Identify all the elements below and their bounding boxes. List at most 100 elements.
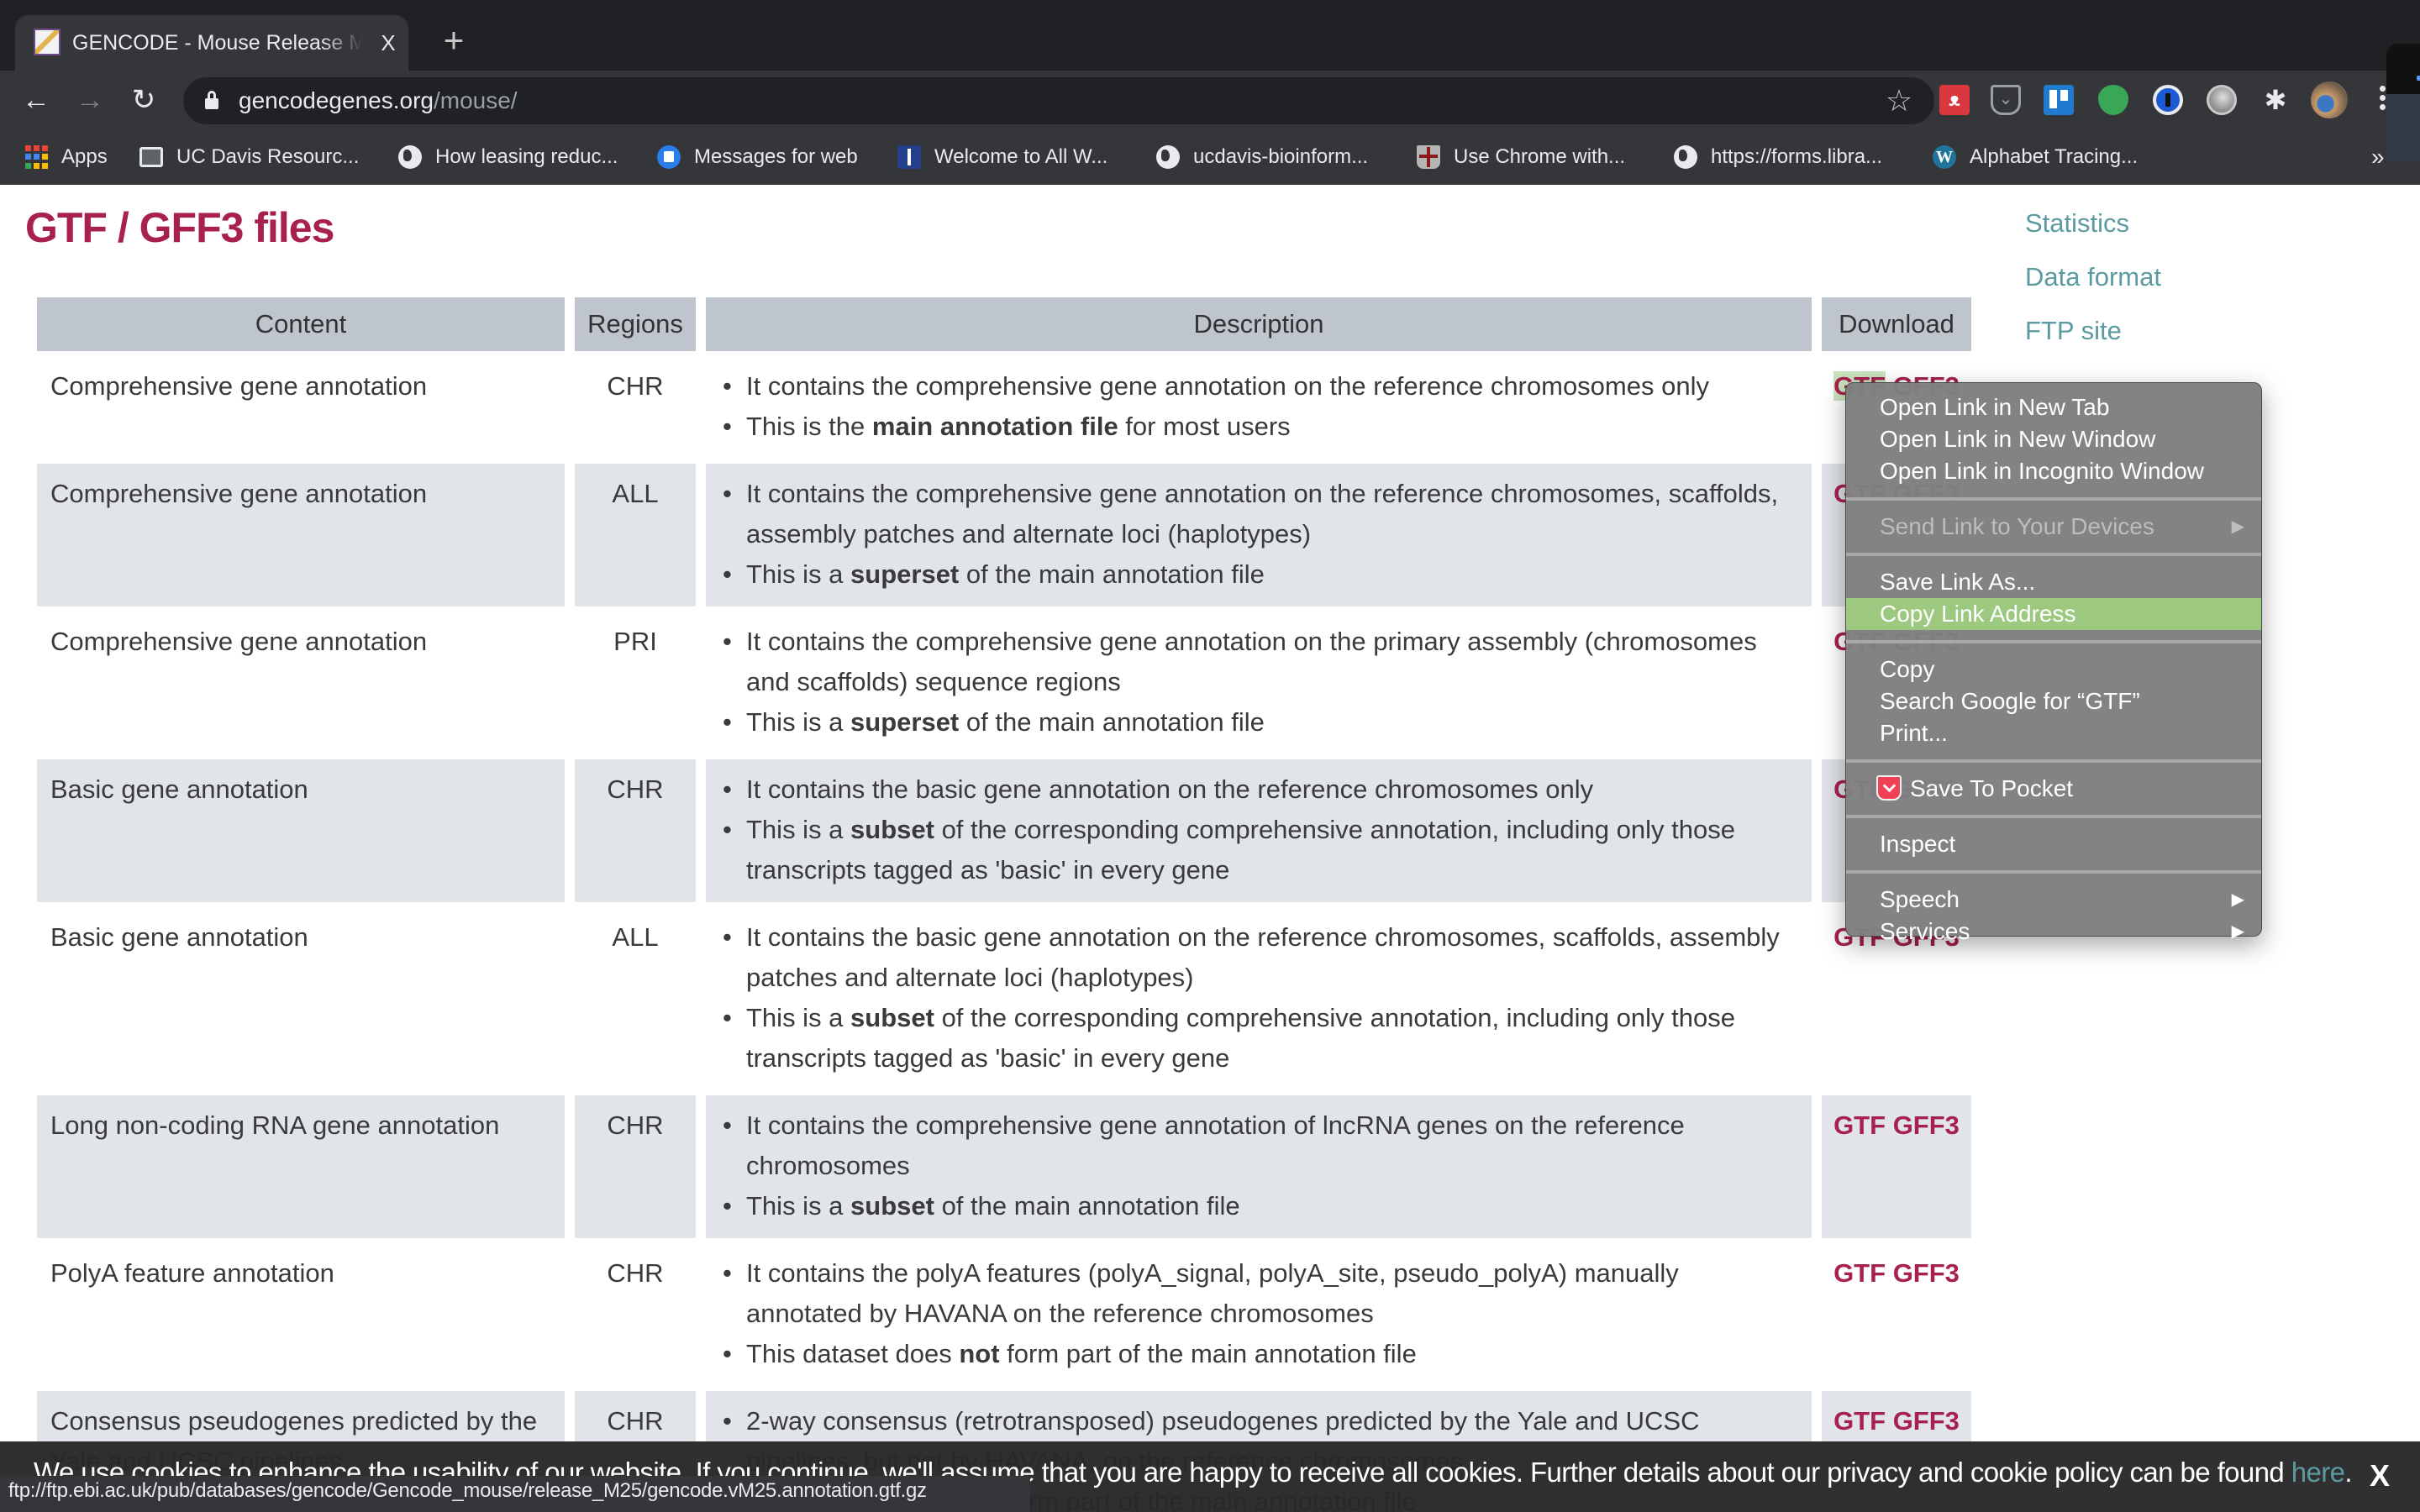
description-bullet: This is the main annotation file for mos… (713, 407, 1798, 447)
menu-item-search-google-for-gtf[interactable]: Search Google for “GTF” (1846, 685, 2261, 717)
menu-item-copy-link-address[interactable]: Copy Link Address (1846, 598, 2261, 630)
description-text: It contains the basic gene annotation on… (746, 774, 1594, 804)
download-link-gff3[interactable]: GFF3 (1893, 1258, 1960, 1288)
menu-separator (1846, 553, 2261, 556)
description-bullet: This dataset does not form part of the m… (713, 1334, 1798, 1374)
cell-download: GTF GFF3 (1822, 1095, 1971, 1238)
description-text: It contains the polyA features (polyA_si… (746, 1258, 1679, 1328)
bookmark-how-leasing[interactable]: How leasing reduc... (398, 142, 618, 172)
link-context-menu: Open Link in New Tab Open Link in New Win… (1845, 382, 2262, 944)
bookmark-label: Use Chrome with... (1454, 145, 1626, 168)
cell-description: It contains the comprehensive gene annot… (706, 356, 1812, 459)
menu-item-open-link-in-new-window[interactable]: Open Link in New Window (1846, 423, 2261, 455)
menu-item-label: Services (1880, 918, 1970, 944)
description-list: It contains the basic gene annotation on… (713, 917, 1798, 1079)
trello-extension-icon[interactable] (2044, 85, 2074, 115)
bookmark-alphabet-tracing[interactable]: W Alphabet Tracing... (1933, 142, 2138, 172)
bookmark-folder-ucdavis[interactable]: UC Davis Resourc... (139, 142, 359, 172)
emphasis-text: not (959, 1339, 1000, 1368)
bookmark-star-icon[interactable]: ☆ (1882, 84, 1916, 118)
menu-item-label: Inspect (1880, 831, 1956, 857)
bookmark-apps[interactable]: Apps (25, 142, 108, 172)
description-text: This is a (746, 815, 851, 844)
download-link-gtf[interactable]: GTF (1833, 1258, 1886, 1288)
bookmark-label: UC Davis Resourc... (176, 145, 360, 168)
browser-tab-active[interactable]: GENCODE - Mouse Release M25 X (15, 15, 408, 71)
address-bar[interactable]: gencodegenes.org/mouse/ ☆ (183, 77, 1934, 124)
description-text: It contains the comprehensive gene annot… (746, 627, 1757, 696)
description-bullet: This is a superset of the main annotatio… (713, 702, 1798, 743)
description-text: This is a (746, 707, 851, 737)
description-text: This is a (746, 1003, 851, 1032)
table-row: Comprehensive gene annotation PRI It conta… (37, 612, 1971, 754)
download-link-gff3[interactable]: GFF3 (1893, 1406, 1960, 1436)
description-bullet: This is a subset of the main annotation … (713, 1186, 1798, 1226)
description-list: It contains the comprehensive gene annot… (713, 1105, 1798, 1226)
menu-item-label: Speech (1880, 886, 1960, 912)
menu-item-inspect[interactable]: Inspect (1846, 828, 2261, 860)
forward-button[interactable]: → (71, 81, 109, 119)
description-text: It contains the comprehensive gene annot… (746, 371, 1709, 401)
lens-extension-icon[interactable] (2207, 85, 2237, 115)
description-list: It contains the comprehensive gene annot… (713, 366, 1798, 447)
profile-avatar[interactable] (2311, 81, 2348, 118)
menu-separator (1846, 815, 2261, 818)
bookmarks-overflow-button[interactable]: » (2371, 142, 2385, 172)
download-link-gtf[interactable]: GTF (1833, 1110, 1886, 1140)
bookmark-label: Welcome to All W... (934, 145, 1108, 168)
back-button[interactable]: ← (17, 81, 55, 119)
description-bullet: It contains the comprehensive gene annot… (713, 622, 1798, 702)
description-bullet: This is a superset of the main annotatio… (713, 554, 1798, 595)
cell-content: Basic gene annotation (50, 922, 308, 952)
mendeley-extension-icon[interactable]: ᴥ (1939, 85, 1970, 115)
reload-button[interactable]: ↻ (124, 81, 163, 119)
shield-icon (1417, 145, 1440, 169)
description-list: It contains the basic gene annotation on… (713, 769, 1798, 890)
hangouts-extension-icon[interactable] (2098, 85, 2128, 115)
bookmark-forms-libra[interactable]: https://forms.libra... (1674, 142, 1882, 172)
cell-description: It contains the basic gene annotation on… (706, 907, 1812, 1090)
bookmark-ucdavis-bioinform[interactable]: ucdavis-bioinform... (1156, 142, 1368, 172)
download-link-gff3[interactable]: GFF3 (1893, 1110, 1960, 1140)
pocket-extension-icon[interactable]: ⌄ (1991, 85, 2021, 115)
extensions-puzzle-icon[interactable]: ✱ (2260, 85, 2291, 115)
bookmark-welcome-allw[interactable]: Welcome to All W... (897, 142, 1107, 172)
bookmark-messages[interactable]: Messages for web (657, 142, 858, 172)
menu-item-open-link-in-incognito-window[interactable]: Open Link in Incognito Window (1846, 455, 2261, 487)
cookie-policy-link[interactable]: here (2291, 1457, 2345, 1488)
cell-description: It contains the comprehensive gene annot… (706, 1095, 1812, 1238)
table-row: Basic gene annotation ALL It contains the … (37, 907, 1971, 1090)
bookmark-label: ucdavis-bioinform... (1193, 145, 1369, 168)
sidenav-link-ftp-site[interactable]: FTP site (2025, 314, 2161, 368)
cell-regions: PRI (613, 627, 657, 656)
url-text[interactable]: gencodegenes.org/mouse/ (239, 77, 518, 124)
cookie-close-button[interactable]: X (2370, 1458, 2390, 1494)
menu-item-print[interactable]: Print... (1846, 717, 2261, 749)
cell-content: Comprehensive gene annotation (50, 627, 428, 656)
description-bullet: It contains the comprehensive gene annot… (713, 366, 1798, 407)
description-text: of the main annotation file (934, 1191, 1240, 1221)
menu-item-label: Open Link in New Tab (1880, 394, 2110, 420)
menu-item-copy[interactable]: Copy (1846, 654, 2261, 685)
description-text: It contains the comprehensive gene annot… (746, 479, 1779, 549)
description-text: of the main annotation file (959, 559, 1265, 589)
menu-item-open-link-in-new-tab[interactable]: Open Link in New Tab (1846, 391, 2261, 423)
bookmark-use-chrome[interactable]: Use Chrome with... (1417, 142, 1625, 172)
table-row: Comprehensive gene annotation CHR It conta… (37, 356, 1971, 459)
cell-content: PolyA feature annotation (50, 1258, 334, 1288)
menu-item-services[interactable]: Services ▶ (1846, 916, 2261, 948)
lock-icon[interactable] (205, 91, 218, 109)
tab-close-button[interactable]: X (375, 29, 402, 57)
menu-item-speech[interactable]: Speech ▶ (1846, 884, 2261, 916)
menu-item-save-link-as[interactable]: Save Link As... (1846, 566, 2261, 598)
sidenav-link-data-format[interactable]: Data format (2025, 260, 2161, 314)
column-header-description: Description (706, 297, 1812, 351)
cell-regions: ALL (612, 922, 659, 952)
description-bullet: This is a subset of the corresponding co… (713, 998, 1798, 1079)
download-link-gtf[interactable]: GTF (1833, 1406, 1886, 1436)
sidenav-link-statistics[interactable]: Statistics (2025, 207, 2161, 260)
new-tab-button[interactable]: + (437, 23, 471, 58)
1password-extension-icon[interactable] (2153, 85, 2183, 115)
menu-item-label: Search Google for “GTF” (1880, 688, 2140, 714)
menu-item-save-to-pocket[interactable]: Save To Pocket (1846, 773, 2261, 805)
